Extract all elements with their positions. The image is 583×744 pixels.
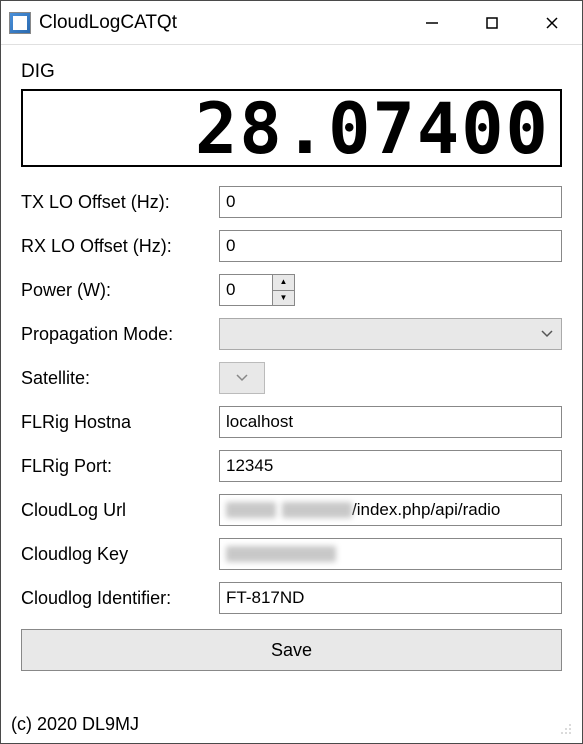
power-increment-button[interactable]: ▲ <box>273 275 294 291</box>
save-button[interactable]: Save <box>21 629 562 671</box>
footer: (c) 2020 DL9MJ <box>1 706 582 743</box>
mode-label: DIG <box>21 61 562 83</box>
window-controls <box>402 1 582 44</box>
maximize-icon <box>485 16 499 30</box>
svg-text:28.07400: 28.07400 <box>195 97 550 159</box>
input-cloudlog-identifier[interactable] <box>219 582 562 614</box>
input-cloudlog-url[interactable]: /index.php/api/radio <box>219 494 562 526</box>
row-cloudlog-identifier: Cloudlog Identifier: <box>21 581 562 615</box>
frequency-readout: 28.07400 <box>180 97 552 159</box>
close-button[interactable] <box>522 1 582 44</box>
row-propagation-mode: Propagation Mode: <box>21 317 562 351</box>
row-cloudlog-url: CloudLog Url /index.php/api/radio <box>21 493 562 527</box>
select-propagation-mode[interactable] <box>219 318 562 350</box>
row-flrig-hostname: FLRig Hostna <box>21 405 562 439</box>
select-satellite[interactable] <box>219 362 265 394</box>
input-power[interactable] <box>219 274 273 306</box>
label-cloudlog-url: CloudLog Url <box>21 500 219 521</box>
spinner-buttons: ▲ ▼ <box>273 274 295 306</box>
app-icon <box>9 12 31 34</box>
label-tx-lo-offset: TX LO Offset (Hz): <box>21 192 219 213</box>
chevron-down-icon <box>236 374 248 382</box>
titlebar: CloudLogCATQt <box>1 1 582 45</box>
cloudlog-url-suffix: /index.php/api/radio <box>352 500 500 520</box>
row-satellite: Satellite: <box>21 361 562 395</box>
input-cloudlog-key[interactable] <box>219 538 562 570</box>
label-flrig-port: FLRig Port: <box>21 456 219 477</box>
label-rx-lo-offset: RX LO Offset (Hz): <box>21 236 219 257</box>
window-title: CloudLogCATQt <box>39 12 402 34</box>
resize-grip-icon[interactable] <box>558 721 572 735</box>
row-power: Power (W): ▲ ▼ <box>21 273 562 307</box>
main-window: CloudLogCATQt DIG 28.07400 TX LO Offset … <box>0 0 583 744</box>
row-tx-lo-offset: TX LO Offset (Hz): <box>21 185 562 219</box>
minimize-icon <box>425 16 439 30</box>
input-rx-lo-offset[interactable] <box>219 230 562 262</box>
minimize-button[interactable] <box>402 1 462 44</box>
row-cloudlog-key: Cloudlog Key <box>21 537 562 571</box>
spinner-power: ▲ ▼ <box>219 274 295 306</box>
row-flrig-port: FLRig Port: <box>21 449 562 483</box>
label-satellite: Satellite: <box>21 368 219 389</box>
power-decrement-button[interactable]: ▼ <box>273 291 294 306</box>
label-cloudlog-identifier: Cloudlog Identifier: <box>21 588 219 609</box>
input-flrig-hostname[interactable] <box>219 406 562 438</box>
close-icon <box>545 16 559 30</box>
label-power: Power (W): <box>21 280 219 301</box>
content-area: DIG 28.07400 TX LO Offset (Hz): RX LO Of… <box>1 45 582 706</box>
input-tx-lo-offset[interactable] <box>219 186 562 218</box>
copyright-text: (c) 2020 DL9MJ <box>11 714 139 735</box>
frequency-display: 28.07400 <box>21 89 562 167</box>
row-rx-lo-offset: RX LO Offset (Hz): <box>21 229 562 263</box>
label-propagation-mode: Propagation Mode: <box>21 324 219 345</box>
label-flrig-hostname: FLRig Hostna <box>21 412 219 433</box>
input-flrig-port[interactable] <box>219 450 562 482</box>
chevron-down-icon <box>541 330 553 338</box>
maximize-button[interactable] <box>462 1 522 44</box>
label-cloudlog-key: Cloudlog Key <box>21 544 219 565</box>
